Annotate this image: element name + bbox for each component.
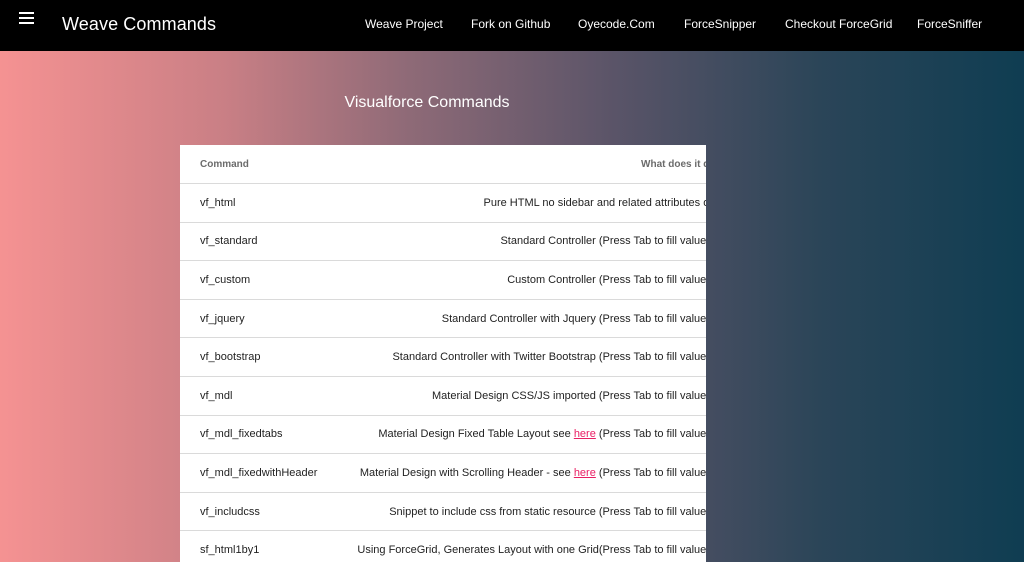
command-cell: vf_jquery <box>180 299 338 339</box>
nav-link-fork-on-github[interactable]: Fork on Github <box>471 17 550 31</box>
description-text: Snippet to include css from static resou… <box>389 505 706 518</box>
commands-table-card: Command What does it do vf_html Pure HTML… <box>180 145 706 562</box>
command-cell: vf_mdl_fixedtabs <box>180 415 338 455</box>
nav-link-weave-project[interactable]: Weave Project <box>365 17 443 31</box>
description-cell: Snippet to include css from static resou… <box>337 492 706 532</box>
description-cell: Material Design CSS/JS imported (Press T… <box>337 376 706 416</box>
table-row: vf_standard Standard Controller (Press Ta… <box>180 222 706 262</box>
command-cell: vf_standard <box>180 222 338 262</box>
column-header-command: Command <box>180 145 338 184</box>
table-row: vf_mdl_fixedwithHeader Material Design wi… <box>180 453 706 493</box>
table-header-row: Command What does it do <box>180 145 706 184</box>
description-cell: Material Design with Scrolling Header - … <box>337 453 706 493</box>
description-text-suffix: (Press Tab to fill values) <box>595 466 706 479</box>
description-text: Standard Controller with Jquery (Press T… <box>441 312 706 325</box>
description-text-suffix: (Press Tab to fill values) <box>595 428 706 441</box>
description-cell: Material Design Fixed Table Layout see h… <box>337 415 706 455</box>
description-cell: Standard Controller (Press Tab to fill v… <box>337 222 706 262</box>
description-text: Material Design with Scrolling Header - … <box>359 466 574 479</box>
table-row: vf_html Pure HTML no sidebar and related … <box>180 183 706 223</box>
nav-link-checkout-forcegrid[interactable]: Checkout ForceGrid <box>785 17 892 31</box>
description-cell: Pure HTML no sidebar and related attribu… <box>337 183 706 223</box>
nav-link-forcesniffer[interactable]: ForceSniffer <box>917 17 982 31</box>
description-cell: Custom Controller (Press Tab to fill val… <box>337 260 706 300</box>
table-row: vf_mdl_fixedtabs Material Design Fixed Ta… <box>180 415 706 455</box>
command-cell: vf_includcss <box>180 492 338 532</box>
description-text: Using ForceGrid, Generates Layout with o… <box>357 544 706 557</box>
command-cell: vf_html <box>180 183 338 223</box>
table-row: vf_bootstrap Standard Controller with Twi… <box>180 337 706 377</box>
here-link[interactable]: here <box>574 428 596 440</box>
description-text: Pure HTML no sidebar and related attribu… <box>483 196 706 209</box>
command-cell: vf_bootstrap <box>180 337 338 377</box>
description-text: Custom Controller (Press Tab to fill val… <box>507 273 706 286</box>
section-title: Visualforce Commands <box>344 94 510 111</box>
table-row: vf_includcss Snippet to include css from … <box>180 492 706 532</box>
description-text: Standard Controller (Press Tab to fill v… <box>500 235 706 248</box>
table-row: sf_html1by1 Using ForceGrid, Generates La… <box>180 530 706 562</box>
description-cell: Standard Controller with Jquery (Press T… <box>337 299 706 339</box>
description-cell: Standard Controller with Twitter Bootstr… <box>337 337 706 377</box>
here-link[interactable]: here <box>574 467 596 479</box>
command-cell: sf_html1by1 <box>180 530 338 562</box>
top-navigation: Weave Project Fork on Github Oyecode.Com… <box>0 17 1024 37</box>
column-header-description: What does it do <box>337 145 706 184</box>
nav-link-forcesnipper[interactable]: ForceSnipper <box>684 17 756 31</box>
table-row: vf_custom Custom Controller (Press Tab to… <box>180 260 706 300</box>
description-text: Standard Controller with Twitter Bootstr… <box>392 351 706 364</box>
description-text: Material Design CSS/JS imported (Press T… <box>432 389 706 402</box>
command-cell: vf_mdl <box>180 376 338 416</box>
description-cell: Using ForceGrid, Generates Layout with o… <box>337 530 706 562</box>
table-row: vf_jquery Standard Controller with Jquery… <box>180 299 706 339</box>
commands-table: Command What does it do vf_html Pure HTML… <box>180 145 706 562</box>
command-cell: vf_custom <box>180 260 338 300</box>
command-cell: vf_mdl_fixedwithHeader <box>180 453 338 493</box>
nav-link-oyecode[interactable]: Oyecode.Com <box>578 17 655 31</box>
description-text: Material Design Fixed Table Layout see <box>378 428 574 441</box>
table-row: vf_mdl Material Design CSS/JS imported (P… <box>180 376 706 416</box>
top-app-bar: Weave Commands Weave Project Fork on Git… <box>0 0 1024 51</box>
